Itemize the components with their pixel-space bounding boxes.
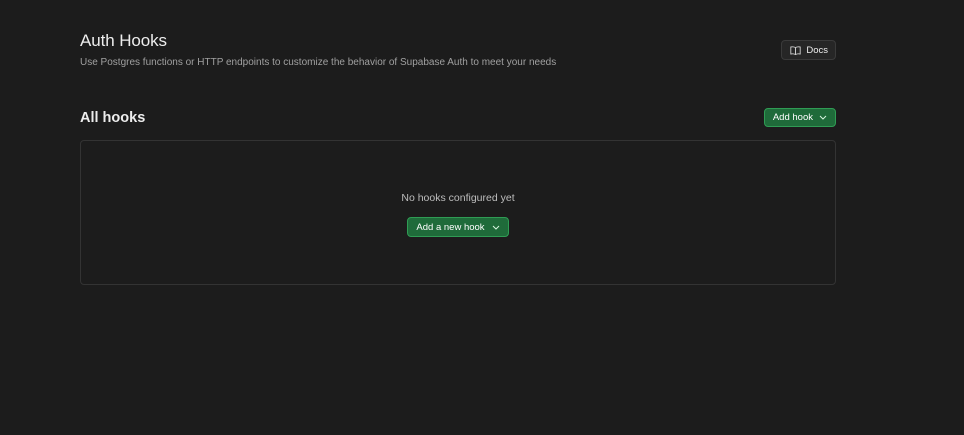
chevron-down-icon — [819, 115, 827, 120]
docs-label: Docs — [806, 44, 828, 56]
hooks-section-header: All hooks Add hook — [80, 108, 836, 130]
chevron-down-icon — [492, 225, 500, 230]
add-hook-label: Add hook — [772, 112, 813, 123]
page-subtitle: Use Postgres functions or HTTP endpoints… — [80, 57, 557, 68]
section-title: All hooks — [80, 110, 146, 126]
empty-state-message: No hooks configured yet — [401, 192, 515, 204]
add-new-hook-label: Add a new hook — [416, 221, 485, 233]
hooks-list-panel: No hooks configured yet Add a new hook — [80, 140, 836, 285]
add-hook-button[interactable]: Add hook — [763, 108, 836, 127]
add-new-hook-button[interactable]: Add a new hook — [407, 217, 509, 237]
docs-button[interactable]: Docs — [781, 40, 836, 60]
empty-state: No hooks configured yet Add a new hook — [81, 191, 835, 237]
page-title: Auth Hooks — [80, 31, 167, 50]
auth-hooks-page: Auth Hooks Use Postgres functions or HTT… — [0, 0, 964, 435]
page-header: Auth Hooks Use Postgres functions or HTT… — [80, 30, 836, 70]
book-icon — [790, 45, 801, 55]
